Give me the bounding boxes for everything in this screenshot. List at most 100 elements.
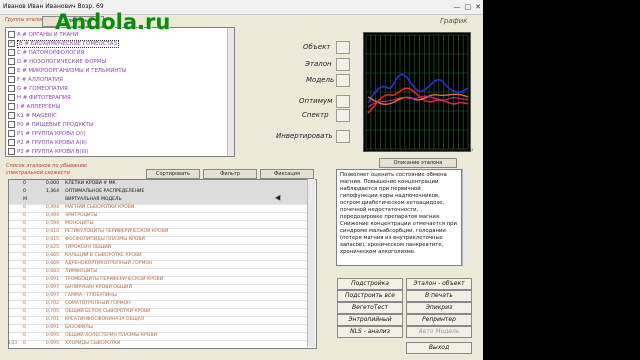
group-item[interactable]: P1 # ГРУППА КРОВИ O(I) xyxy=(8,129,86,138)
filter-button[interactable]: Фильтр xyxy=(203,169,257,179)
vegetotest-button[interactable]: ВегетоТест xyxy=(337,302,403,314)
video-timestamp: 1:23 xyxy=(8,340,17,345)
group-item[interactable]: J # АЛЛЕРГЕНЫ xyxy=(8,102,61,111)
description-text: Позволяет оценить состояние обмена магни… xyxy=(336,169,462,266)
repeater-button[interactable]: Репринтер xyxy=(406,314,472,326)
group-checkbox[interactable] xyxy=(8,67,15,74)
auto-model-button[interactable]: Авто Модель xyxy=(406,326,472,338)
table-cell-v: 0,625 xyxy=(45,245,59,250)
spectr-toggle[interactable] xyxy=(336,109,350,122)
entropy-button[interactable]: Энтропийный анализ xyxy=(337,314,403,333)
object-toggle[interactable] xyxy=(336,41,350,54)
group-item[interactable]: G # ГОМЕОПАТИЯ xyxy=(8,84,68,93)
epikriz-button[interactable]: Эпикриз xyxy=(406,302,472,314)
x-tick-label: 1 xyxy=(365,148,368,152)
table-cell-v: 0,000 xyxy=(45,181,59,186)
table-cell-v: 0,697 xyxy=(45,293,59,298)
table-cell-b: 0 xyxy=(23,237,26,242)
description-button[interactable]: Описание эталона xyxy=(379,158,457,168)
model-label: Модель xyxy=(306,76,335,84)
table-cell-v: 0,683 xyxy=(45,269,59,274)
group-checkbox[interactable] xyxy=(8,58,15,65)
table-cell-name: ЛИМФОЦИТЫ xyxy=(65,269,98,274)
group-item-label: P0 # ПИЩЕВЫЕ ПРОДУКТЫ xyxy=(17,121,94,128)
spectrum-graph xyxy=(363,32,471,152)
x-tick-label: 7 xyxy=(394,148,397,152)
group-item[interactable]: P3 # ГРУППА КРОВИ B(III) xyxy=(8,147,88,156)
table-cell-b: 0 xyxy=(23,221,26,226)
x-tick-label: 12 xyxy=(419,148,424,152)
table-cell-b: 0 xyxy=(23,245,26,250)
letterbox-right xyxy=(483,0,640,360)
invert-toggle[interactable] xyxy=(336,130,350,143)
group-item[interactable]: K1 # MAGERIC xyxy=(8,111,57,120)
table-cell-name: ТРОМБОЦИТЫ ПЕРИФЕРИЧЕСКОЙ КРОВИ xyxy=(65,277,164,282)
nls-analysis-button[interactable]: NLS - анализ xyxy=(337,326,403,338)
table-cell-name: БАЗОФИЛЫ xyxy=(65,325,93,330)
table-cell-v: 0,697 xyxy=(45,285,59,290)
table-cell-name: ТИРОКСИН ОБЩИЙ xyxy=(65,245,112,250)
maximize-icon[interactable]: □ xyxy=(465,0,472,14)
group-item[interactable]: P0 # ПИЩЕВЫЕ ПРОДУКТЫ xyxy=(8,120,94,129)
group-item[interactable]: P2 # ГРУППА КРОВИ A(II) xyxy=(8,138,87,147)
x-tick-label: 5 xyxy=(384,148,388,152)
list-label: Список эталонов по убыванию спектральной… xyxy=(6,163,87,177)
group-item[interactable]: ✓ B # БИОХИМИЧЕСКИЕ ГОМЕОСТАЗ xyxy=(8,39,119,48)
group-item-label: P1 # ГРУППА КРОВИ O(I) xyxy=(17,130,86,137)
group-item-label: E # МИКРООРГАНИЗМЫ И ГЕЛЬМИНТЫ xyxy=(17,67,127,74)
group-checkbox[interactable] xyxy=(8,31,15,38)
group-item[interactable]: E # МИКРООРГАНИЗМЫ И ГЕЛЬМИНТЫ xyxy=(8,66,126,75)
close-icon[interactable]: ✕ xyxy=(475,0,481,14)
group-checkbox[interactable] xyxy=(8,94,15,101)
sort-button[interactable]: Сортировать xyxy=(146,169,200,179)
table-cell-b: 0 xyxy=(23,253,26,258)
group-item[interactable]: H # ФИТОТЕРАПИЯ xyxy=(8,93,71,102)
x-tick-label: 16 xyxy=(439,148,444,152)
group-checkbox[interactable] xyxy=(8,130,15,137)
group-item-label: K1 # MAGERIC xyxy=(17,112,57,119)
group-checkbox[interactable]: ✓ xyxy=(8,40,15,47)
table-cell-v: 0,610 xyxy=(45,229,59,234)
groups-scrollbar[interactable] xyxy=(227,28,234,156)
podstroika-button[interactable]: Подстройка xyxy=(337,278,403,290)
optimum-toggle[interactable] xyxy=(336,95,350,108)
group-checkbox[interactable] xyxy=(8,76,15,83)
etalon-table-scrollbar[interactable] xyxy=(307,179,315,347)
spectrum-curve xyxy=(367,73,469,104)
print-button[interactable]: В печать xyxy=(406,290,472,302)
group-checkbox[interactable] xyxy=(8,112,15,119)
group-checkbox[interactable] xyxy=(8,148,15,155)
exit-button[interactable]: Выход xyxy=(406,342,472,354)
table-cell-name: СОМАТОТРОПНЫЙ ГОРМОН xyxy=(65,301,131,306)
group-item[interactable]: C # ПАТОМОРФОЛОГИЯ xyxy=(8,48,84,57)
list-label-line2: спектральной схожести xyxy=(6,170,70,176)
group-checkbox[interactable] xyxy=(8,139,15,146)
group-item[interactable]: D # НОЗОЛОГИЧЕСКИЕ ФОРМЫ xyxy=(8,57,106,66)
table-cell-v: 0,594 xyxy=(45,221,59,226)
table-cell-b: 0 xyxy=(23,261,26,266)
description-scrollbar[interactable] xyxy=(462,169,469,266)
group-item[interactable]: F # АЛЛОПАТИЯ xyxy=(8,75,63,84)
group-item-label: P2 # ГРУППА КРОВИ A(II) xyxy=(17,139,87,146)
groups-list[interactable]: A # ОРГАНЫ И ТКАНИ ✓ B # БИОХИМИЧЕСКИЕ ГОМ… xyxy=(5,27,235,157)
table-cell-name: РЕТИКУЛОЦИТЫ ПЕРИФЕРИЧЕСКОЙ КРОВИ xyxy=(65,229,169,234)
table-cell-b: 0 xyxy=(23,301,26,306)
minimize-icon[interactable]: — xyxy=(454,0,461,14)
etalon-toggle[interactable] xyxy=(336,58,350,71)
table-cell-v: 0,494 xyxy=(45,213,59,218)
group-checkbox[interactable] xyxy=(8,103,15,110)
fix-button[interactable]: Фиксация xyxy=(260,169,314,179)
podstroit-vse-button[interactable]: Подстроить все xyxy=(337,290,403,302)
table-cell-name: ФОСФОЛИПИДЫ ПЛАЗМЫ КРОВИ xyxy=(65,237,145,242)
model-toggle[interactable] xyxy=(336,74,350,87)
invert-label: Инвертировать xyxy=(276,132,333,140)
x-tick-label: 2 xyxy=(369,148,373,152)
table-cell-b: 0 xyxy=(23,317,26,322)
etalon-object-button[interactable]: Эталон - объект xyxy=(406,278,472,290)
group-checkbox[interactable] xyxy=(8,49,15,56)
x-tick-label: 13 xyxy=(424,148,429,152)
etalon-table[interactable]: 0 0,000 КЛЕТКИ КРОВИ # МК 0 1,364 ОПТИМАЛЬНОЕ… xyxy=(8,179,317,349)
group-checkbox[interactable] xyxy=(8,85,15,92)
group-checkbox[interactable] xyxy=(8,121,15,128)
table-cell-v: 0,615 xyxy=(45,237,59,242)
